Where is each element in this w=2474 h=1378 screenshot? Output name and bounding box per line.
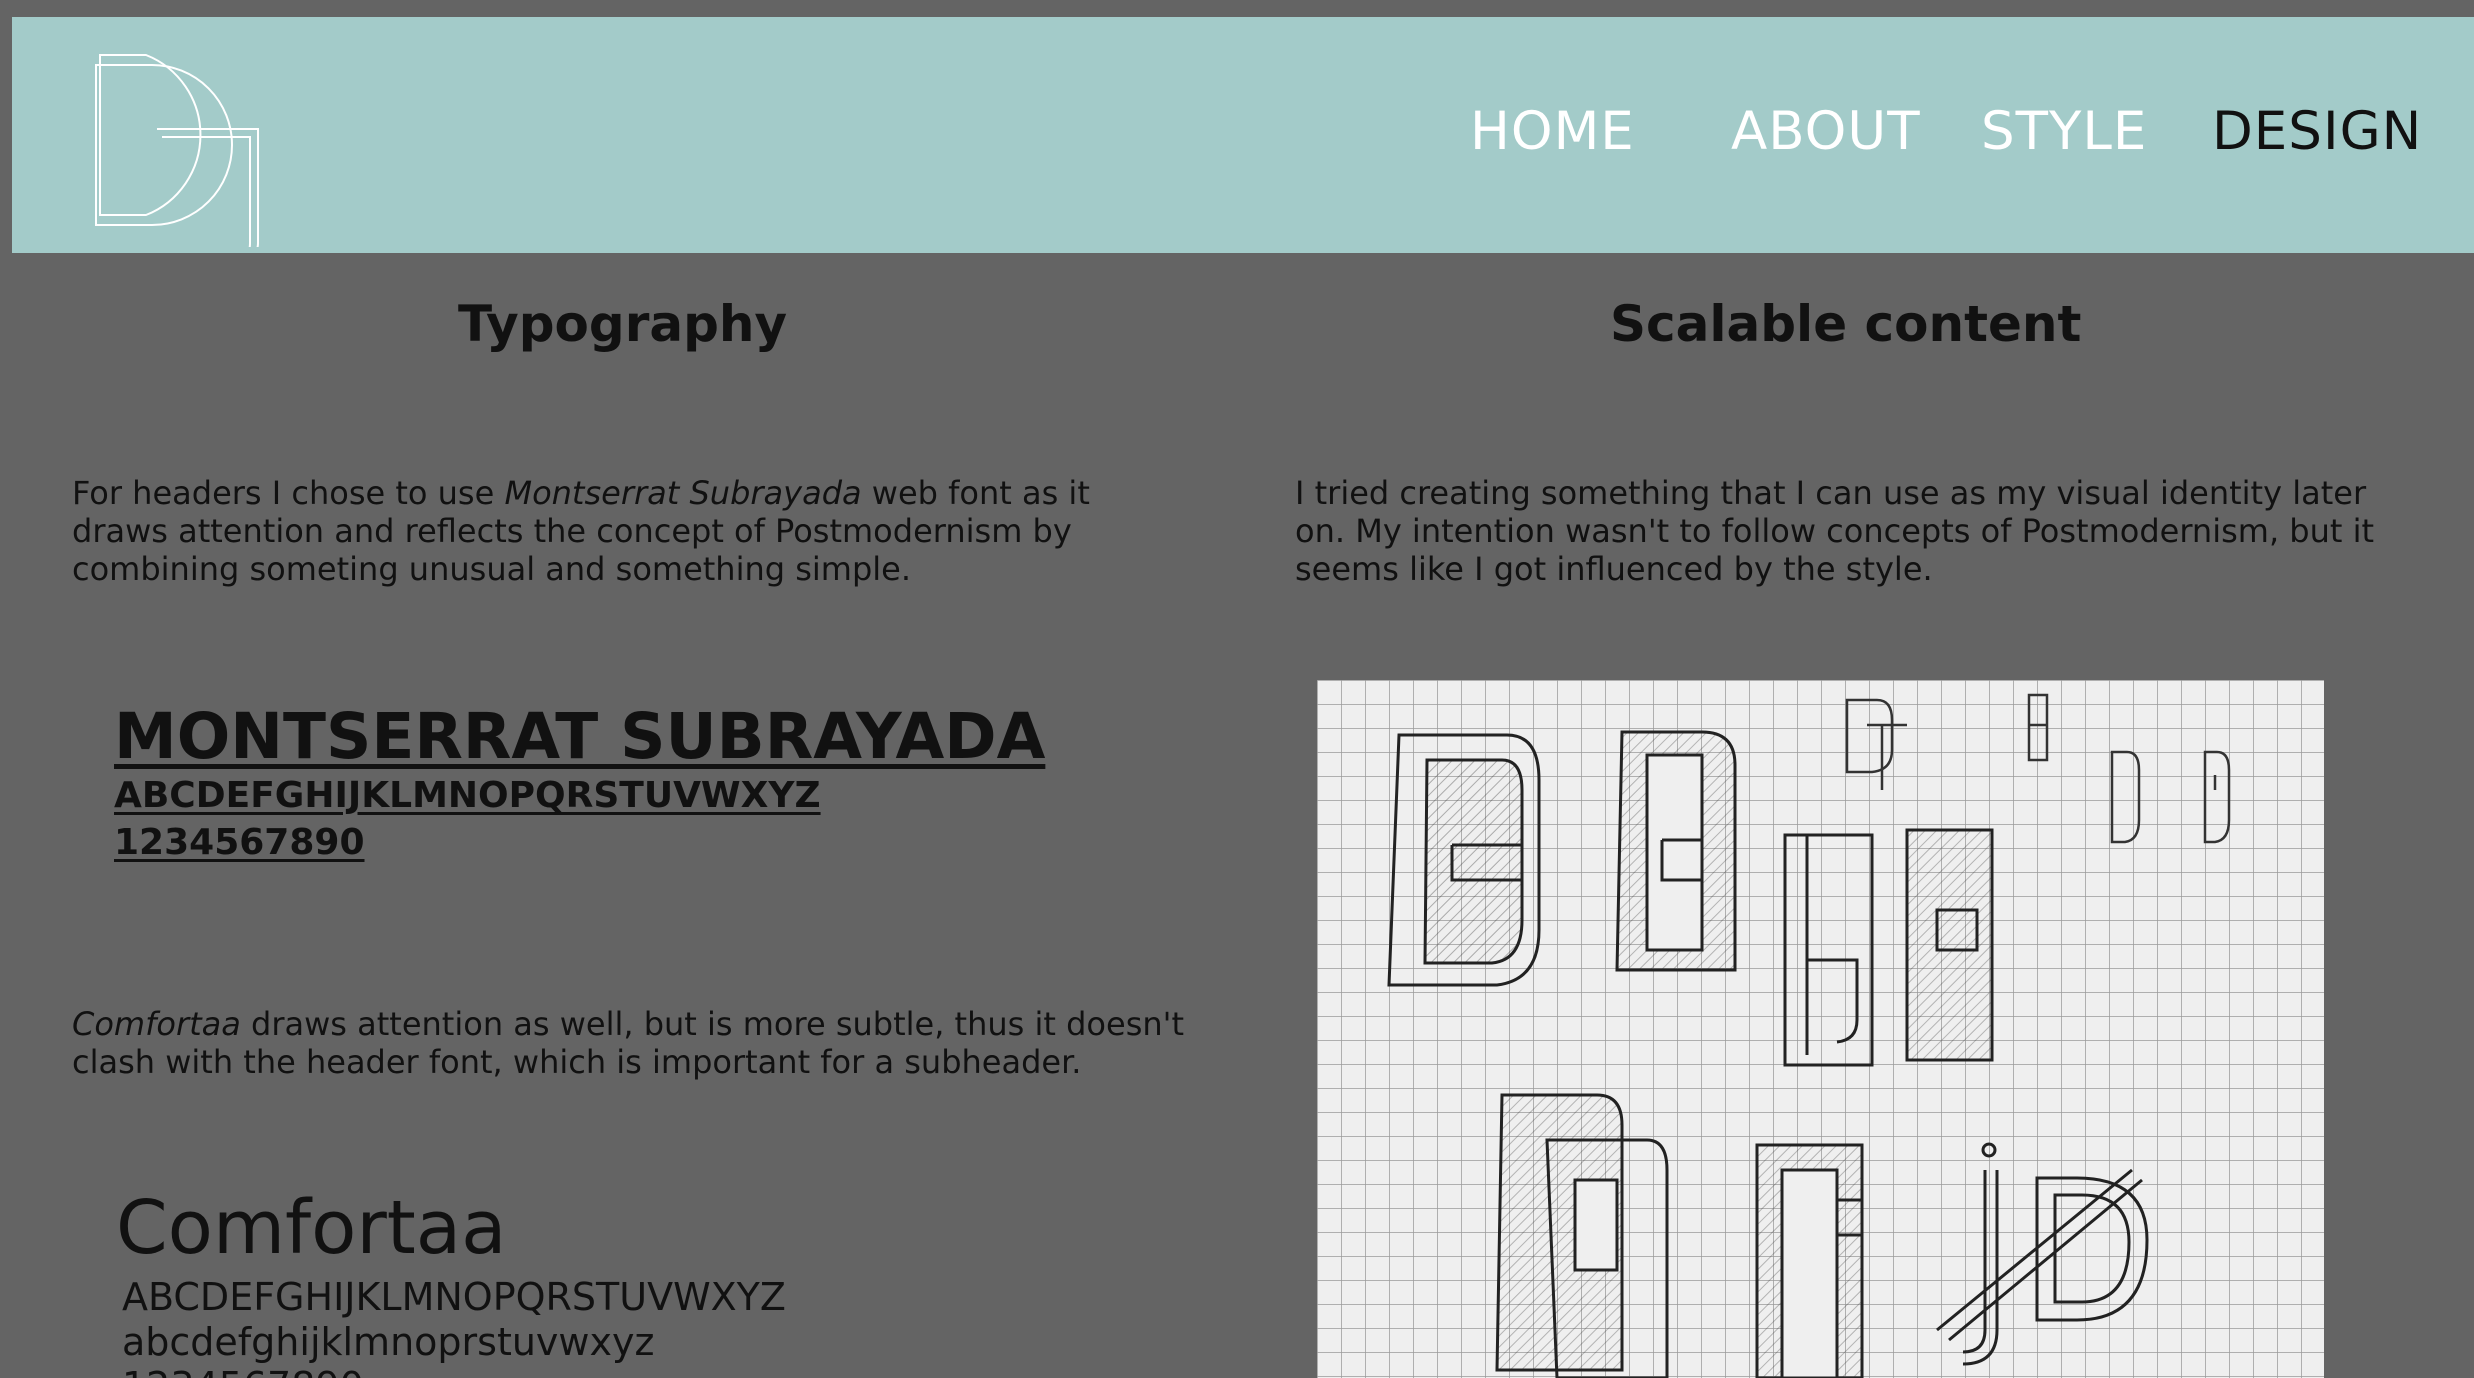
logo-j-inner xyxy=(162,136,251,272)
site-header: HOME ABOUT STYLE DESIGN xyxy=(12,17,2474,272)
nav-about[interactable]: ABOUT xyxy=(1731,101,1921,162)
comfortaa-specimen-name: Comfortaa xyxy=(116,1185,507,1271)
scalable-description: I tried creating something that I can us… xyxy=(1295,474,2415,588)
dj-logo[interactable] xyxy=(82,47,282,272)
intro-font-name: Montserrat Subrayada xyxy=(504,474,862,512)
comfortaa-specimen-upper: ABCDEFGHIJKLMNOPQRSTUVWXYZ xyxy=(122,1275,786,1319)
scalable-title: Scalable content xyxy=(1610,295,2082,353)
logo-d-outer xyxy=(95,64,233,226)
comfortaa-specimen-digits: 1234567890 xyxy=(122,1364,364,1378)
intro-text-before: For headers I chose to use xyxy=(72,474,505,512)
typography-intro: For headers I chose to use Montserrat Su… xyxy=(72,474,1192,588)
sketch-letter-2 xyxy=(1615,730,1737,972)
nav-style[interactable]: STYLE xyxy=(1981,101,2147,162)
montserrat-specimen-name: MONTSERRAT SUBRAYADA xyxy=(114,700,1046,773)
sketch-image xyxy=(1317,680,2324,1378)
logo-d-inner xyxy=(99,54,202,216)
montserrat-specimen-alphabet: ABCDEFGHIJKLMNOPQRSTUVWXYZ xyxy=(114,775,821,816)
sketch-letter-6 xyxy=(1755,1143,1864,1378)
montserrat-specimen-digits: 1234567890 xyxy=(114,822,365,863)
typography-title: Typography xyxy=(458,295,788,353)
scalable-text-bold: Postmodernism xyxy=(2021,512,2269,550)
page: HOME ABOUT STYLE DESIGN Typography For h… xyxy=(0,0,2474,1378)
nav-design[interactable]: DESIGN xyxy=(2212,101,2422,162)
comfortaa-description: Comfortaa draws attention as well, but i… xyxy=(72,1005,1192,1081)
logo-j-outer xyxy=(157,128,259,264)
comfortaa-font-name: Comfortaa xyxy=(72,1005,241,1043)
comfortaa-specimen-lower: abcdefghijklmnoprstuvwxyz xyxy=(122,1320,655,1364)
nav-home[interactable]: HOME xyxy=(1470,101,1635,162)
